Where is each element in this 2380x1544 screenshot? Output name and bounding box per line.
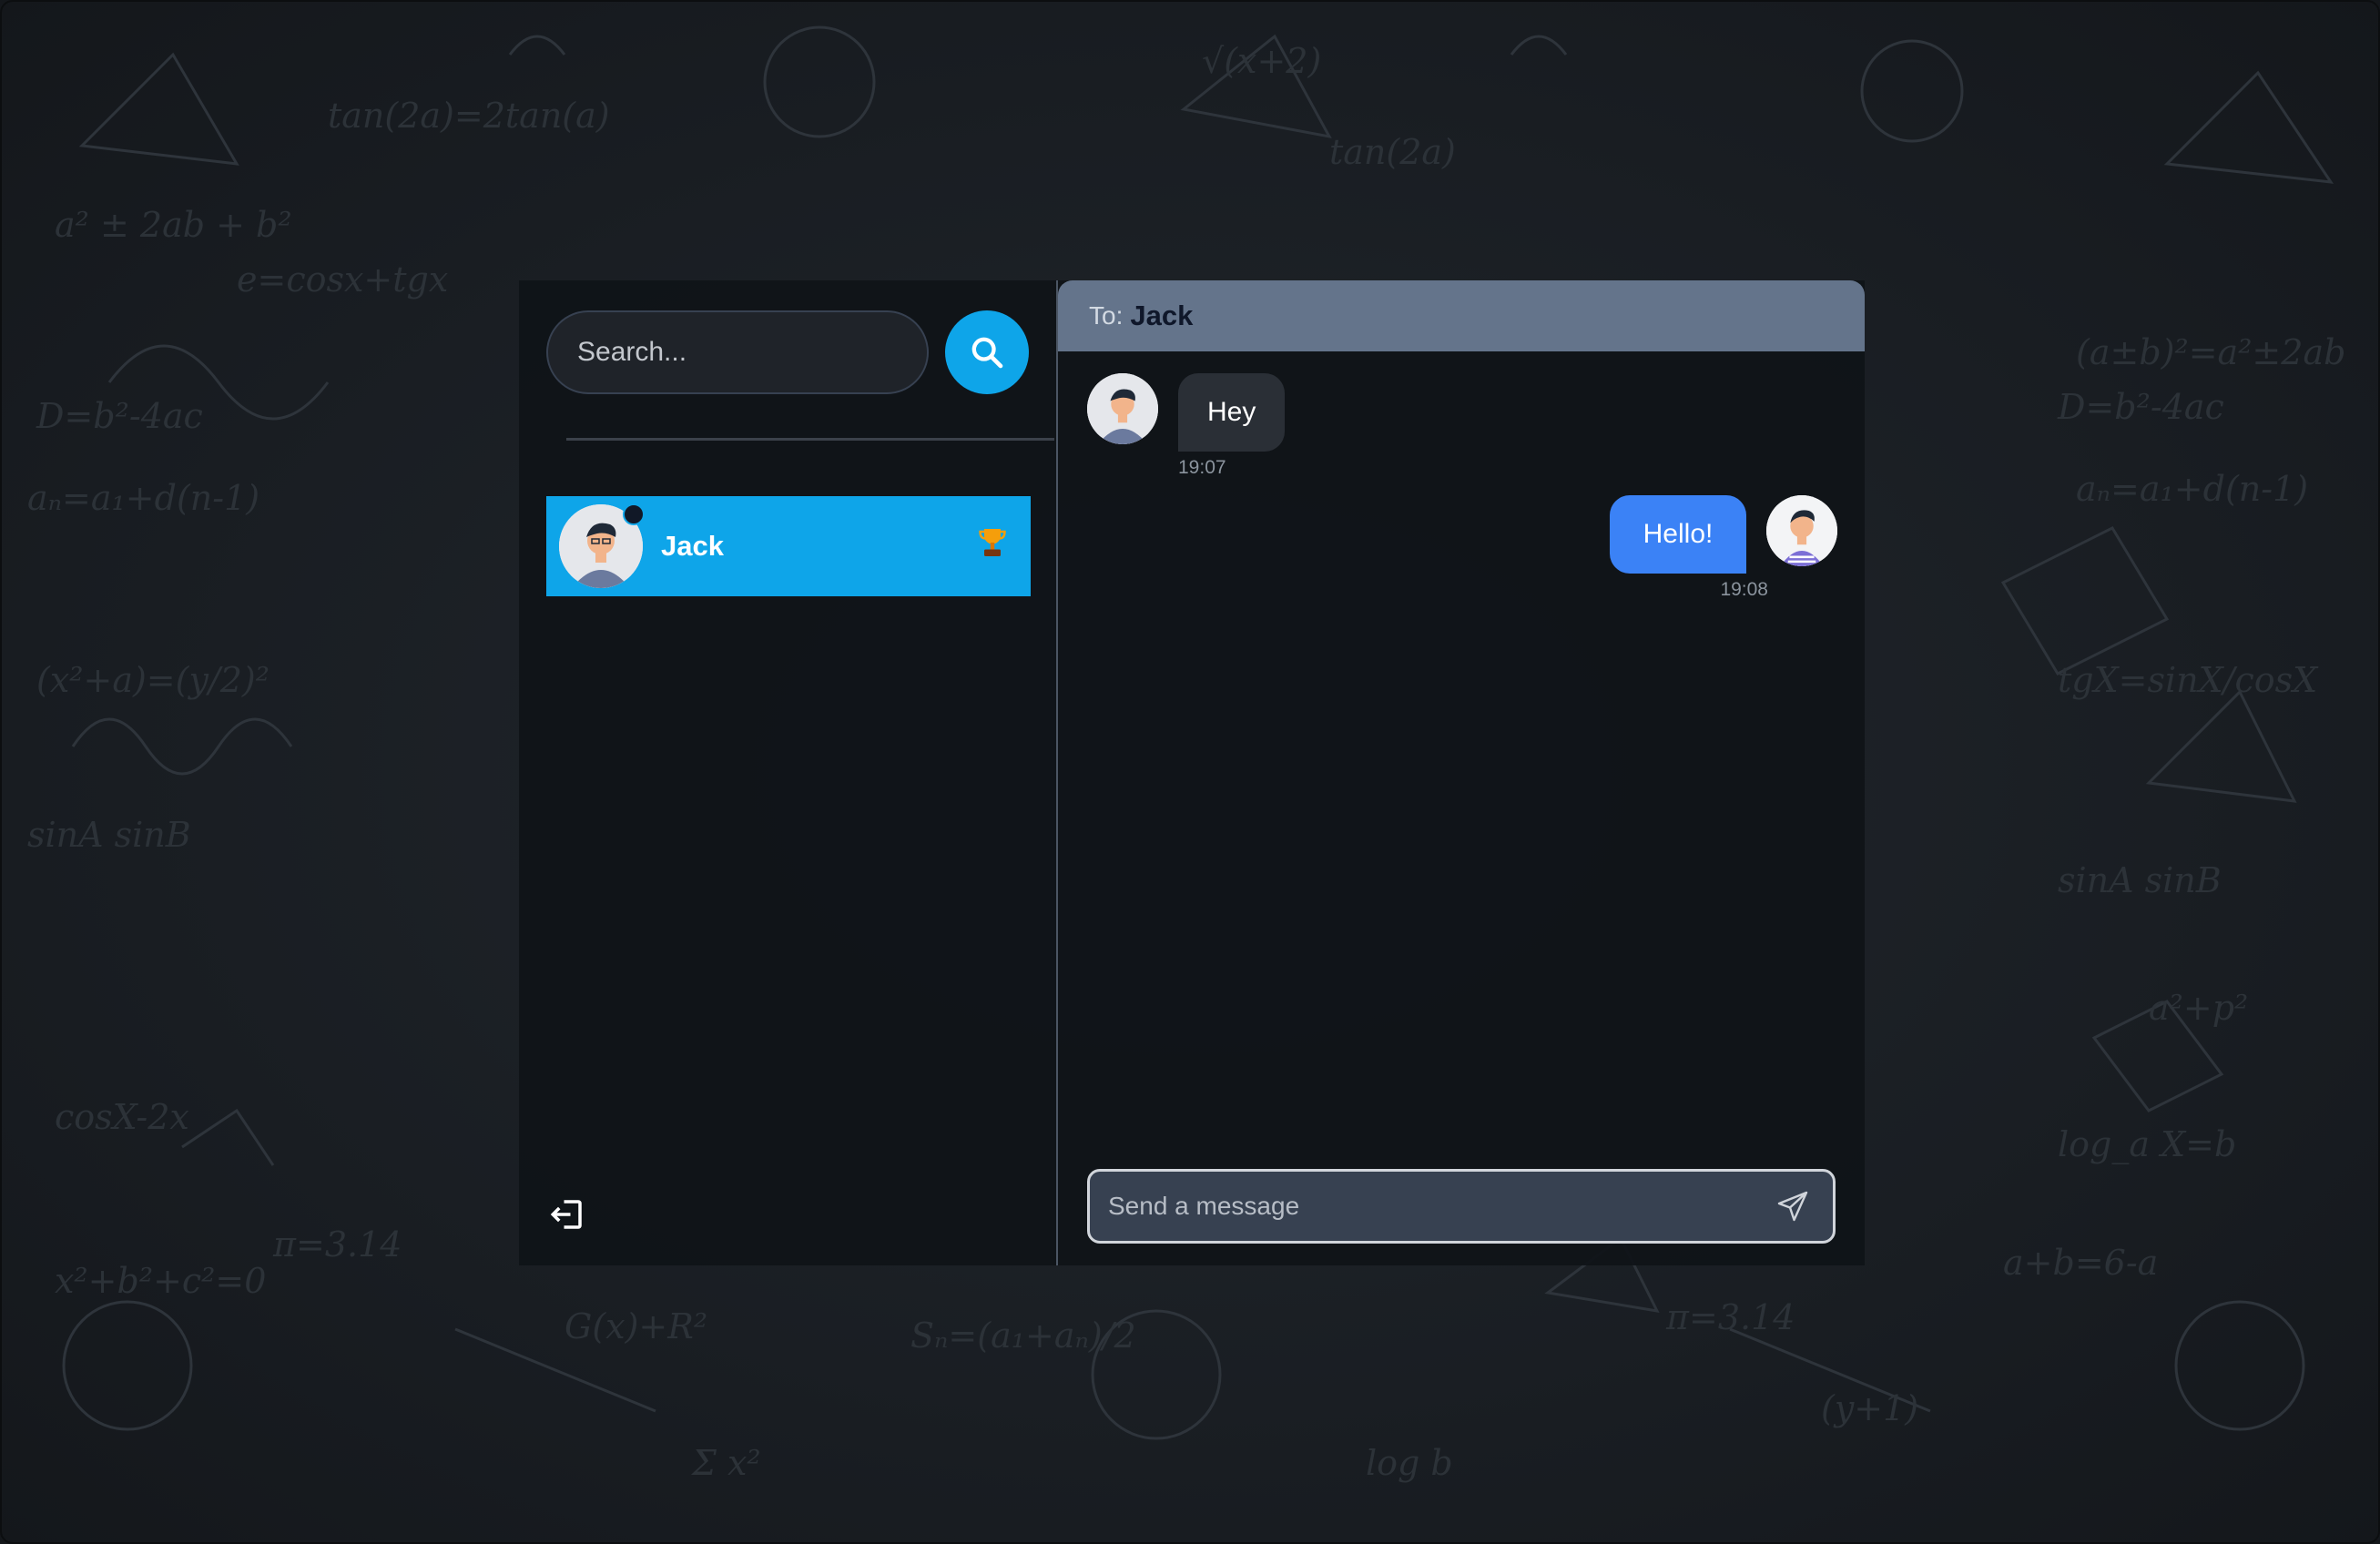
message-time: 19:08: [1720, 579, 1768, 600]
svg-text:tan(2a): tan(2a): [1329, 132, 1456, 172]
svg-text:a²+p²: a²+p²: [2149, 988, 2248, 1028]
svg-text:log b: log b: [1366, 1443, 1453, 1483]
message-bubble: Hey: [1178, 373, 1286, 452]
svg-text:Sₙ=(a₁+aₙ)/2: Sₙ=(a₁+aₙ)/2: [910, 1315, 1136, 1356]
incoming-message: Hey: [1087, 373, 1286, 452]
svg-text:tan(2a)=2tan(a): tan(2a)=2tan(a): [328, 96, 610, 136]
search-bar: [546, 310, 1029, 394]
svg-text:π=3.14: π=3.14: [272, 1224, 402, 1265]
logout-button[interactable]: [546, 1194, 588, 1235]
outgoing-message: Hello!: [1610, 495, 1837, 574]
contact-name: Jack: [661, 530, 724, 562]
sidebar: Jack: [519, 280, 1058, 1265]
send-icon: [1777, 1191, 1808, 1222]
message-input[interactable]: [1090, 1191, 1765, 1222]
trophy-icon: [976, 524, 1009, 569]
chat-app: Jack To: Jack: [519, 280, 1865, 1265]
svg-text:(a±b)²=a²±2ab: (a±b)²=a²±2ab: [2076, 332, 2345, 372]
message-time: 19:07: [1178, 457, 1226, 478]
svg-text:aₙ=a₁+d(n-1): aₙ=a₁+d(n-1): [2076, 469, 2308, 509]
svg-text:sinA sinB: sinA sinB: [27, 815, 191, 855]
logout-icon: [550, 1200, 582, 1229]
svg-text:a+b=6-a: a+b=6-a: [2003, 1243, 2158, 1283]
search-input[interactable]: [546, 310, 929, 394]
to-label: To:: [1089, 301, 1124, 330]
svg-text:D=b²-4ac: D=b²-4ac: [2057, 387, 2224, 427]
svg-text:cosX-2x: cosX-2x: [55, 1097, 189, 1137]
avatar: [1766, 495, 1837, 566]
chat-panel: To: Jack Hey 19:07 Hello! 19:08 Send a m…: [1058, 280, 1865, 1265]
svg-text:(y+1): (y+1): [1821, 1388, 1918, 1428]
message-bubble: Hello!: [1610, 495, 1746, 574]
message-composer: [1087, 1169, 1836, 1244]
search-icon: [971, 337, 1003, 369]
svg-text:e=cosx+tgx: e=cosx+tgx: [237, 259, 448, 300]
send-button[interactable]: [1765, 1179, 1820, 1234]
search-button[interactable]: [945, 310, 1029, 394]
avatar: [1087, 373, 1158, 444]
svg-text:√(x+2): √(x+2): [1202, 41, 1321, 81]
self-avatar-icon: [1766, 495, 1837, 566]
chat-header: To: Jack: [1058, 280, 1865, 351]
svg-text:x²+b²+c²=0: x²+b²+c²=0: [55, 1261, 266, 1301]
sidebar-divider: [566, 438, 1054, 441]
contact-item-jack[interactable]: Jack: [546, 496, 1031, 596]
svg-text:a² ± 2ab + b²: a² ± 2ab + b²: [55, 205, 292, 245]
svg-text:(x²+a)=(y/2)²: (x²+a)=(y/2)²: [36, 660, 270, 700]
recipient-name: Jack: [1130, 300, 1194, 331]
svg-text:Σ x²: Σ x²: [690, 1443, 761, 1483]
svg-text:log_a X=b: log_a X=b: [2058, 1124, 2236, 1165]
svg-text:π=3.14: π=3.14: [1665, 1297, 1795, 1337]
user-avatar-icon: [1087, 373, 1158, 444]
svg-text:aₙ=a₁+d(n-1): aₙ=a₁+d(n-1): [27, 478, 259, 518]
svg-text:tgX=sinX/cosX: tgX=sinX/cosX: [2058, 660, 2319, 700]
online-status-dot: [623, 503, 645, 525]
svg-text:G(x)+R²: G(x)+R²: [564, 1306, 707, 1346]
svg-text:sinA sinB: sinA sinB: [2058, 860, 2222, 900]
svg-text:D=b²-4ac: D=b²-4ac: [36, 396, 203, 436]
